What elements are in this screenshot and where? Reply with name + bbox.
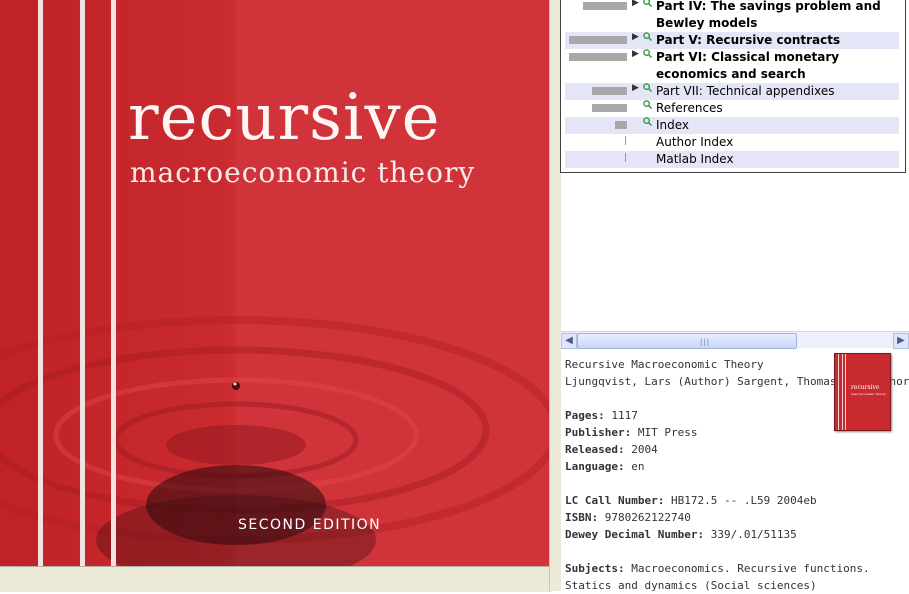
cover-stripe [38, 0, 43, 566]
page-range-bar [569, 36, 627, 44]
toc-item-index[interactable]: Index [565, 117, 899, 134]
magnifier-icon[interactable] [643, 83, 652, 92]
cover-edition: SECOND EDITION [238, 517, 382, 533]
book-cover-viewer: recursive macroeconomic theory SECOND ED… [0, 0, 549, 566]
page-range-bar [615, 121, 627, 129]
toc-item-label[interactable]: Matlab Index [656, 152, 734, 166]
toc-horizontal-scrollbar[interactable]: ◀ ||| ▶ [560, 331, 909, 349]
lc-label: LC Call Number: [565, 494, 665, 507]
page-range-bar [592, 104, 627, 112]
dewey-label: Dewey Decimal Number: [565, 528, 705, 541]
page-range-bar [583, 2, 627, 10]
toc-item-label[interactable]: Author Index [656, 135, 733, 149]
language-label: Language: [565, 460, 625, 473]
toc-item-references[interactable]: References [565, 100, 899, 117]
thumbnail-subtitle: macroeconomic theory [851, 392, 886, 396]
magnifier-icon[interactable] [643, 49, 652, 58]
page-range-bar [592, 87, 627, 95]
scroll-left-button[interactable]: ◀ [561, 333, 577, 349]
expand-arrow-icon[interactable]: ▶ [632, 32, 639, 42]
scroll-right-button[interactable]: ▶ [893, 333, 909, 349]
expand-arrow-icon[interactable]: ▶ [632, 0, 639, 8]
page-range-bar [569, 53, 627, 61]
cover-stripe [80, 0, 85, 566]
toc-item-label[interactable]: References [656, 101, 723, 115]
toc-item-part-vii[interactable]: ▶ Part VII: Technical appendixes [565, 83, 899, 100]
toc-item-part-v[interactable]: ▶ Part V: Recursive contracts [565, 32, 899, 49]
pages-label: Pages: [565, 409, 605, 422]
scrollbar-thumb[interactable]: ||| [577, 333, 797, 349]
cover-subtitle: macroeconomic theory [130, 156, 476, 189]
subjects-row: Subjects: Macroeconomics. Recursive func… [565, 560, 895, 594]
expand-arrow-icon[interactable]: ▶ [632, 83, 639, 93]
isbn-value: 9780262122740 [604, 511, 691, 524]
cover-title: recursive [128, 81, 441, 155]
lc-row: LC Call Number: HB172.5 -- .L59 2004eb [565, 492, 895, 509]
toc-item-label[interactable]: Index [656, 118, 689, 132]
magnifier-icon[interactable] [643, 32, 652, 41]
page-range-tick [625, 153, 626, 162]
language-row: Language: en [565, 458, 895, 475]
lc-value: HB172.5 -- .L59 2004eb [670, 494, 817, 507]
dewey-value: 339/.01/51135 [710, 528, 797, 541]
dewey-row: Dewey Decimal Number: 339/.01/51135 [565, 526, 895, 543]
released-label: Released: [565, 443, 625, 456]
page-range-tick [625, 136, 626, 145]
released-row: Released: 2004 [565, 441, 895, 458]
toc-item-author-index[interactable]: Author Index [565, 134, 899, 151]
expand-arrow-icon[interactable]: ▶ [632, 49, 639, 59]
isbn-row: ISBN: 9780262122740 [565, 509, 895, 526]
toc-item-part-vi[interactable]: ▶ Part VI: Classical monetary economics … [565, 49, 899, 83]
cover-horizontal-scrollbar[interactable] [0, 566, 552, 592]
magnifier-icon[interactable] [643, 117, 652, 126]
toc-item-label[interactable]: Part VI: Classical monetary economics an… [656, 49, 900, 83]
table-of-contents[interactable]: ▶ Part IV: The savings problem and Bewle… [560, 0, 906, 173]
toc-item-label[interactable]: Part IV: The savings problem and Bewley … [656, 0, 900, 32]
grip-icon: ||| [700, 338, 711, 346]
thumbnail-title: recursive [851, 384, 880, 391]
subjects-label: Subjects: [565, 562, 625, 575]
isbn-label: ISBN: [565, 511, 599, 524]
magnifier-icon[interactable] [643, 100, 652, 109]
toc-item-label[interactable]: Part V: Recursive contracts [656, 33, 840, 47]
pages-value: 1117 [611, 409, 638, 422]
magnifier-icon[interactable] [643, 0, 652, 7]
publisher-label: Publisher: [565, 426, 632, 439]
language-value: en [631, 460, 645, 473]
toc-item-matlab-index[interactable]: Matlab Index [565, 151, 899, 168]
toc-item-part-iv[interactable]: ▶ Part IV: The savings problem and Bewle… [565, 0, 899, 32]
released-value: 2004 [631, 443, 658, 456]
cover-stripe [111, 0, 116, 566]
toc-item-label[interactable]: Part VII: Technical appendixes [656, 84, 834, 98]
cover-thumbnail[interactable]: recursive macroeconomic theory [834, 353, 891, 431]
publisher-value: MIT Press [637, 426, 698, 439]
